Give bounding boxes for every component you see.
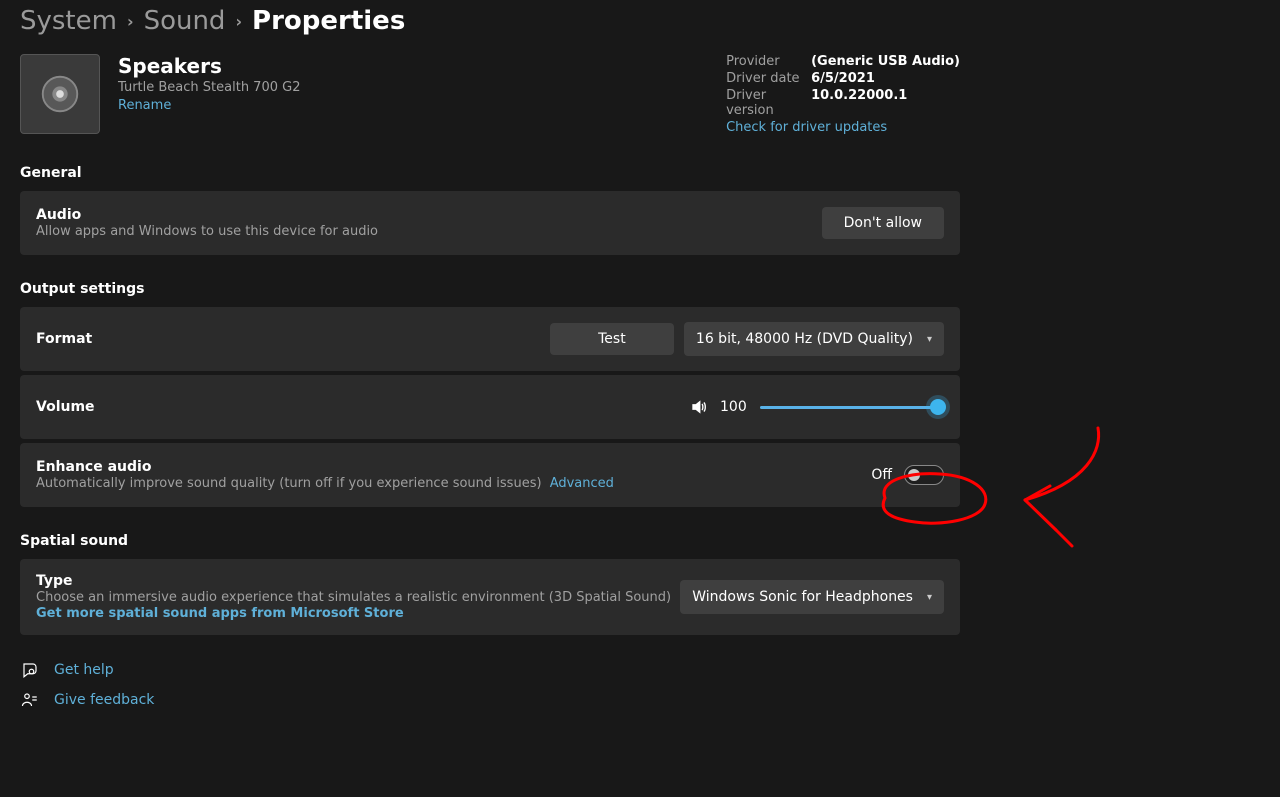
- enhance-audio-title: Enhance audio: [36, 459, 614, 475]
- format-value: 16 bit, 48000 Hz (DVD Quality): [696, 331, 913, 347]
- breadcrumb-system[interactable]: System: [20, 6, 117, 36]
- enhance-audio-card: Enhance audio Automatically improve soun…: [20, 443, 960, 507]
- driver-version-label: Driver version: [726, 88, 811, 118]
- spatial-type-value: Windows Sonic for Headphones: [692, 589, 913, 605]
- volume-card: Volume 100: [20, 375, 960, 439]
- chevron-right-icon: ›: [235, 12, 242, 31]
- driver-date-label: Driver date: [726, 71, 811, 86]
- driver-version-value: 10.0.22000.1: [811, 88, 907, 118]
- breadcrumb: System › Sound › Properties: [0, 0, 1280, 54]
- dont-allow-button[interactable]: Don't allow: [822, 207, 944, 239]
- driver-date-value: 6/5/2021: [811, 71, 875, 86]
- output-settings-heading: Output settings: [20, 281, 960, 297]
- spatial-type-title: Type: [36, 573, 671, 589]
- get-help-link[interactable]: Get help: [20, 661, 960, 679]
- spatial-type-desc: Choose an immersive audio experience tha…: [36, 590, 671, 605]
- enhance-audio-desc: Automatically improve sound quality (tur…: [36, 476, 614, 491]
- provider-value: (Generic USB Audio): [811, 54, 960, 69]
- breadcrumb-properties: Properties: [252, 6, 405, 36]
- spatial-type-dropdown[interactable]: Windows Sonic for Headphones ▾: [680, 580, 944, 614]
- check-driver-updates-link[interactable]: Check for driver updates: [726, 120, 887, 135]
- volume-title: Volume: [36, 399, 95, 415]
- audio-card: Audio Allow apps and Windows to use this…: [20, 191, 960, 255]
- slider-thumb[interactable]: [930, 399, 946, 415]
- device-model: Turtle Beach Stealth 700 G2: [118, 80, 300, 95]
- spatial-type-card: Type Choose an immersive audio experienc…: [20, 559, 960, 635]
- test-button[interactable]: Test: [550, 323, 674, 355]
- give-feedback-link[interactable]: Give feedback: [20, 691, 960, 709]
- rename-link[interactable]: Rename: [118, 98, 171, 113]
- format-card: Format Test 16 bit, 48000 Hz (DVD Qualit…: [20, 307, 960, 371]
- volume-slider[interactable]: [760, 397, 944, 417]
- provider-label: Provider: [726, 54, 811, 69]
- advanced-link[interactable]: Advanced: [550, 476, 614, 491]
- general-heading: General: [20, 165, 960, 181]
- enhance-toggle-state: Off: [871, 467, 892, 483]
- help-icon: [20, 661, 40, 679]
- spatial-sound-heading: Spatial sound: [20, 533, 960, 549]
- chevron-down-icon: ▾: [927, 592, 932, 603]
- driver-info: Provider(Generic USB Audio) Driver date6…: [726, 54, 960, 135]
- speaker-icon: [20, 54, 100, 134]
- volume-value: 100: [720, 399, 748, 415]
- device-name: Speakers: [118, 54, 300, 78]
- audio-desc: Allow apps and Windows to use this devic…: [36, 224, 378, 239]
- spatial-store-link[interactable]: Get more spatial sound apps from Microso…: [36, 606, 404, 621]
- format-title: Format: [36, 331, 92, 347]
- enhance-audio-toggle[interactable]: [904, 465, 944, 485]
- audio-title: Audio: [36, 207, 378, 223]
- breadcrumb-sound[interactable]: Sound: [144, 6, 226, 36]
- chevron-right-icon: ›: [127, 12, 134, 31]
- feedback-icon: [20, 691, 40, 709]
- volume-icon[interactable]: [690, 398, 708, 416]
- format-dropdown[interactable]: 16 bit, 48000 Hz (DVD Quality) ▾: [684, 322, 944, 356]
- chevron-down-icon: ▾: [927, 334, 932, 345]
